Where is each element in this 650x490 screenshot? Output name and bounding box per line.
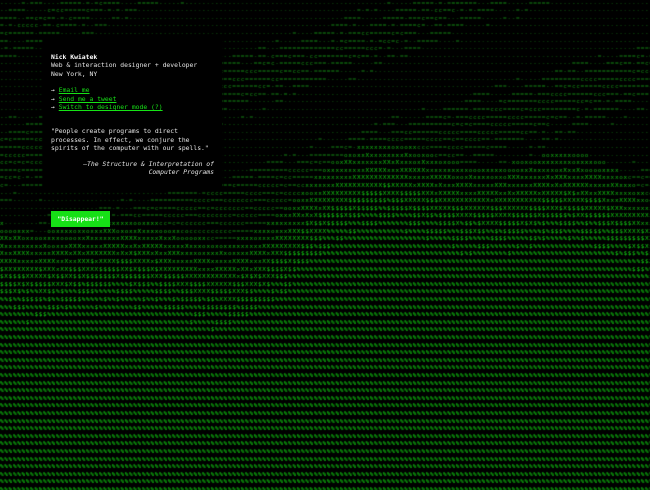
designer-mode-link[interactable]: Switch to designer mode (?)	[59, 103, 163, 111]
right-arrow-icon: →	[51, 86, 55, 95]
right-arrow-icon: →	[51, 103, 55, 112]
tweet-link[interactable]: Send me a tweet	[59, 95, 117, 103]
profile-location: New York, NY	[51, 69, 98, 78]
page: Nick Kwiatek Web & interaction designer …	[0, 0, 650, 490]
designer-mode-link-row: → Switch to designer mode (?)	[51, 103, 214, 111]
tweet-link-row: → Send me a tweet	[51, 95, 214, 103]
profile-name: Nick Kwiatek	[51, 53, 98, 61]
attribution-title: The Structure & Interpretation of Comput…	[87, 159, 214, 177]
quote-text: "People create programs to direct proces…	[51, 127, 209, 153]
email-link[interactable]: Email me	[59, 86, 90, 94]
info-panel: Nick Kwiatek Web & interaction designer …	[43, 37, 222, 189]
profile-role: Web & interaction designer + developer	[51, 61, 198, 70]
email-link-row: → Email me	[51, 86, 214, 94]
quote-attribution: —The Structure & Interpretation of Compu…	[51, 160, 214, 177]
right-arrow-icon: →	[51, 94, 55, 103]
disappear-button[interactable]: "Disappear!"	[51, 211, 110, 227]
